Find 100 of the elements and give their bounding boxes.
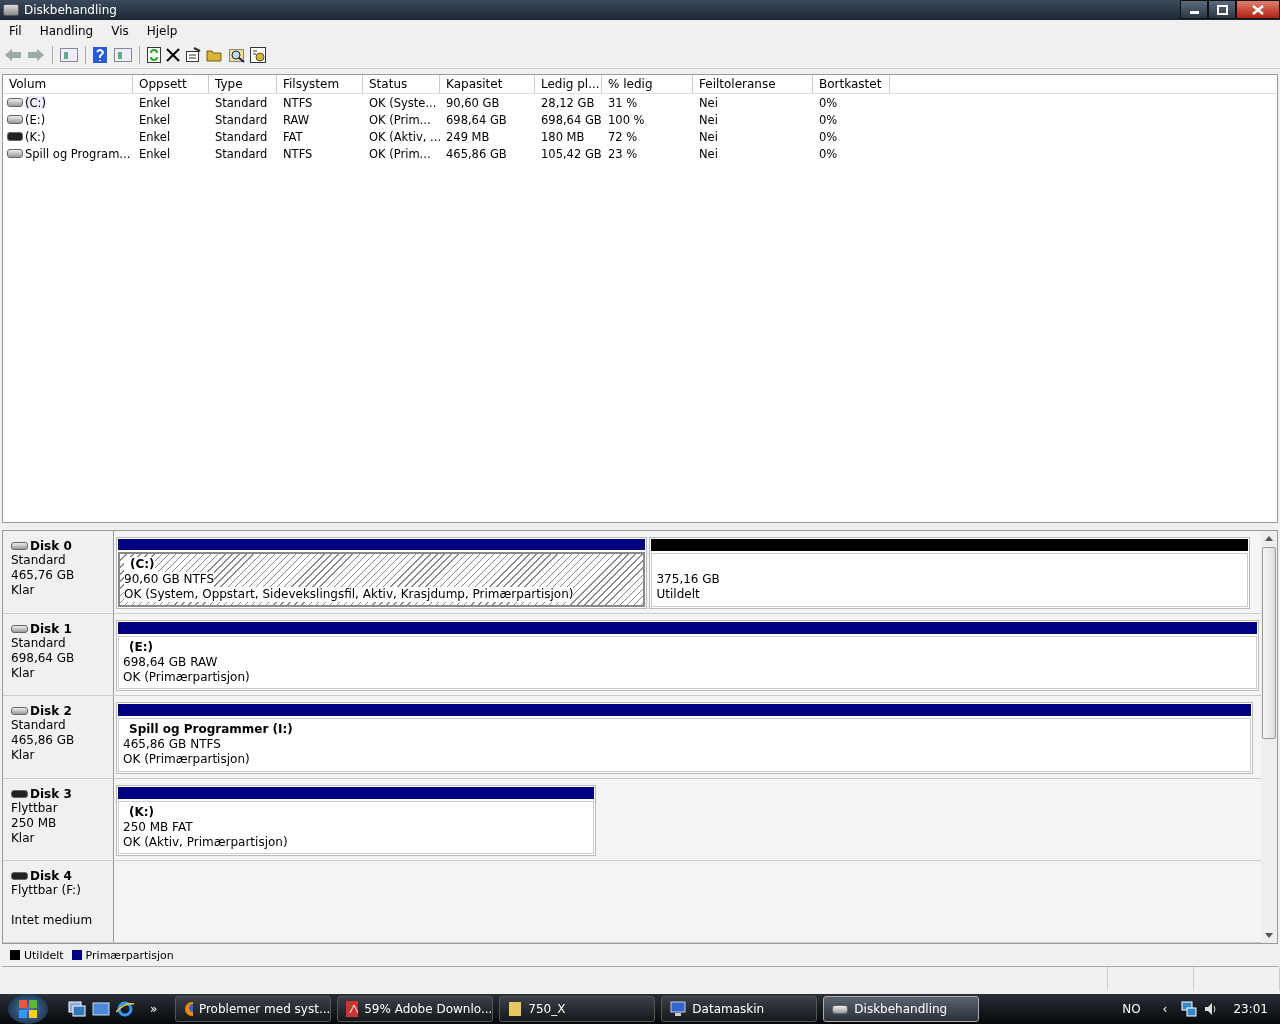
column-header[interactable]: Volum bbox=[3, 75, 133, 93]
table-cell-text: OK (Syste... bbox=[368, 95, 438, 110]
disk-state: Klar bbox=[11, 666, 36, 681]
column-header[interactable]: Ledig pl... bbox=[535, 75, 602, 93]
scroll-down-icon[interactable] bbox=[1265, 933, 1273, 938]
partition-block[interactable]: 375,16 GB Utildelt bbox=[649, 537, 1250, 609]
desktop-icon[interactable] bbox=[92, 1001, 110, 1017]
table-cell-text: OK (Prim... bbox=[368, 146, 432, 161]
table-cell-text: Standard bbox=[214, 146, 269, 161]
legend-label: Utildelt bbox=[24, 948, 64, 962]
table-cell-text: Standard bbox=[214, 112, 269, 127]
column-header[interactable]: Kapasitet bbox=[440, 75, 535, 93]
windows-logo-icon bbox=[18, 999, 38, 1019]
document-icon bbox=[346, 1001, 359, 1017]
table-cell-text: Nei bbox=[698, 129, 719, 144]
help-icon[interactable] bbox=[93, 47, 109, 63]
close-icon bbox=[1252, 4, 1264, 15]
table-cell-text: Enkel bbox=[138, 95, 172, 110]
disk-type: Flyttbar bbox=[11, 800, 59, 816]
table-cell-text: Standard bbox=[214, 95, 269, 110]
taskbar-button[interactable]: Diskbehandling bbox=[823, 996, 980, 1022]
partition-block[interactable]: Spill og Programmer (I:) 465,86 GB NTFS OK (Primærpartisjon) bbox=[116, 702, 1254, 774]
menu-item[interactable]: Hjelp bbox=[137, 24, 187, 38]
folder-icon[interactable] bbox=[206, 48, 224, 62]
delete-icon[interactable] bbox=[166, 48, 180, 62]
table-cell-text: Standard bbox=[214, 129, 269, 144]
partition-block[interactable]: (C:) 90,60 GB NTFS OK (System, Oppstart, Sidevekslingsfil, Aktiv, Krasjdump, Primærpartisjon) bbox=[116, 537, 648, 609]
restore-button[interactable] bbox=[1208, 0, 1236, 19]
partition-status: OK (System, Oppstart, Sidevekslingsfil, Aktiv, Krasjdump, Primærpartisjon) bbox=[124, 587, 574, 602]
partition-status: OK (Primærpartisjon) bbox=[123, 670, 251, 685]
settings-icon[interactable] bbox=[250, 47, 266, 63]
drive-icon bbox=[11, 789, 28, 798]
partition-status: Utildelt bbox=[656, 587, 701, 602]
disk-info-panel[interactable]: Disk 3 Flyttbar 250 MB Klar bbox=[3, 778, 114, 860]
window-switch-icon[interactable] bbox=[68, 1001, 86, 1017]
table-cell-text: OK (Prim... bbox=[368, 112, 432, 127]
table-cell-text: 249 MB bbox=[445, 129, 491, 144]
scrollbar[interactable] bbox=[1261, 531, 1277, 943]
drive-icon bbox=[7, 115, 23, 124]
refresh-icon[interactable] bbox=[147, 47, 161, 63]
table-cell-text: Enkel bbox=[138, 129, 172, 144]
language-indicator[interactable]: NO bbox=[1122, 1002, 1141, 1016]
column-header[interactable]: Feiltoleranse bbox=[693, 75, 813, 93]
disk-type: Standard bbox=[11, 636, 67, 651]
column-header[interactable]: Status bbox=[363, 75, 440, 93]
legend-label: Primærpartisjon bbox=[85, 948, 174, 962]
disk-info-panel[interactable]: Disk 4 Flyttbar (F:) Intet medium bbox=[3, 860, 114, 942]
scroll-up-icon[interactable] bbox=[1265, 536, 1273, 541]
more-button[interactable]: » bbox=[150, 1002, 158, 1016]
volume-name[interactable]: Spill og Program... bbox=[25, 146, 131, 161]
menu-item[interactable]: Handling bbox=[30, 24, 103, 38]
disk-name: Disk 1 bbox=[30, 622, 72, 636]
taskbar-button[interactable]: 750_X bbox=[499, 996, 656, 1022]
tray-expand-button[interactable]: ‹ bbox=[1162, 1002, 1168, 1016]
disk-state: Klar bbox=[11, 583, 36, 598]
column-header[interactable]: % ledig bbox=[602, 75, 693, 93]
disk-state: Intet medium bbox=[11, 912, 94, 928]
table-cell-text: 698,64 GB bbox=[445, 112, 508, 127]
table-cell-text: 90,60 GB bbox=[445, 95, 501, 110]
network-icon[interactable] bbox=[1181, 1001, 1198, 1017]
start-button[interactable] bbox=[8, 994, 48, 1024]
computer-icon bbox=[670, 1001, 687, 1017]
table-cell-text: 180 MB bbox=[540, 129, 586, 144]
column-header[interactable]: Filsystem bbox=[277, 75, 363, 93]
table-cell-text: 31 % bbox=[607, 95, 639, 110]
menu-item[interactable]: Vis bbox=[102, 24, 138, 38]
disk-info-panel[interactable]: Disk 1 Standard 698,64 GB Klar bbox=[3, 614, 114, 696]
disk-state: Klar bbox=[11, 748, 36, 764]
drive-icon bbox=[11, 625, 28, 633]
column-header[interactable]: Bortkastet bbox=[813, 75, 890, 93]
volume-name[interactable]: (E:) bbox=[25, 112, 46, 127]
taskbar-button[interactable]: 59% Adobe Downlo... bbox=[337, 996, 494, 1022]
clock[interactable]: 23:01 bbox=[1233, 1002, 1268, 1016]
taskbar-button[interactable]: Datamaskin bbox=[661, 996, 818, 1022]
browser-icon[interactable] bbox=[116, 1000, 134, 1018]
volume-name[interactable]: (K:) bbox=[25, 129, 46, 144]
menu-item[interactable]: Fil bbox=[0, 24, 31, 38]
properties-icon[interactable] bbox=[185, 47, 201, 63]
partition-size: 375,16 GB bbox=[656, 572, 721, 587]
panel-icon[interactable] bbox=[114, 48, 132, 62]
partition-block[interactable]: (K:) 250 MB FAT OK (Aktiv, Primærpartisjon) bbox=[116, 784, 597, 856]
disk-size: 250 MB bbox=[11, 815, 58, 831]
partition-label: (E:) bbox=[128, 640, 154, 655]
search-icon[interactable] bbox=[229, 47, 245, 63]
drive-icon bbox=[7, 98, 23, 107]
disk-state: Klar bbox=[11, 830, 36, 846]
taskbar-button[interactable]: Problemer med syst... bbox=[175, 996, 332, 1022]
partition-block[interactable]: (E:) 698,64 GB RAW OK (Primærpartisjon) bbox=[116, 620, 1259, 692]
column-header[interactable]: Type bbox=[209, 75, 277, 93]
volume-name[interactable]: (C:) bbox=[25, 95, 46, 110]
partition-size: 465,86 GB NTFS bbox=[123, 737, 222, 753]
drive-icon bbox=[11, 707, 28, 716]
column-header[interactable]: Oppsett bbox=[133, 75, 209, 93]
table-cell-text: 0% bbox=[818, 129, 839, 144]
minimize-button[interactable] bbox=[1180, 0, 1208, 19]
disk-name: Disk 0 bbox=[30, 539, 72, 553]
panel-icon[interactable] bbox=[60, 48, 78, 62]
disk-info-panel[interactable]: Disk 2 Standard 465,86 GB Klar bbox=[3, 696, 114, 778]
disk-info-panel[interactable]: Disk 0 Standard 465,76 GB Klar bbox=[3, 531, 114, 613]
close-button[interactable] bbox=[1236, 0, 1280, 19]
